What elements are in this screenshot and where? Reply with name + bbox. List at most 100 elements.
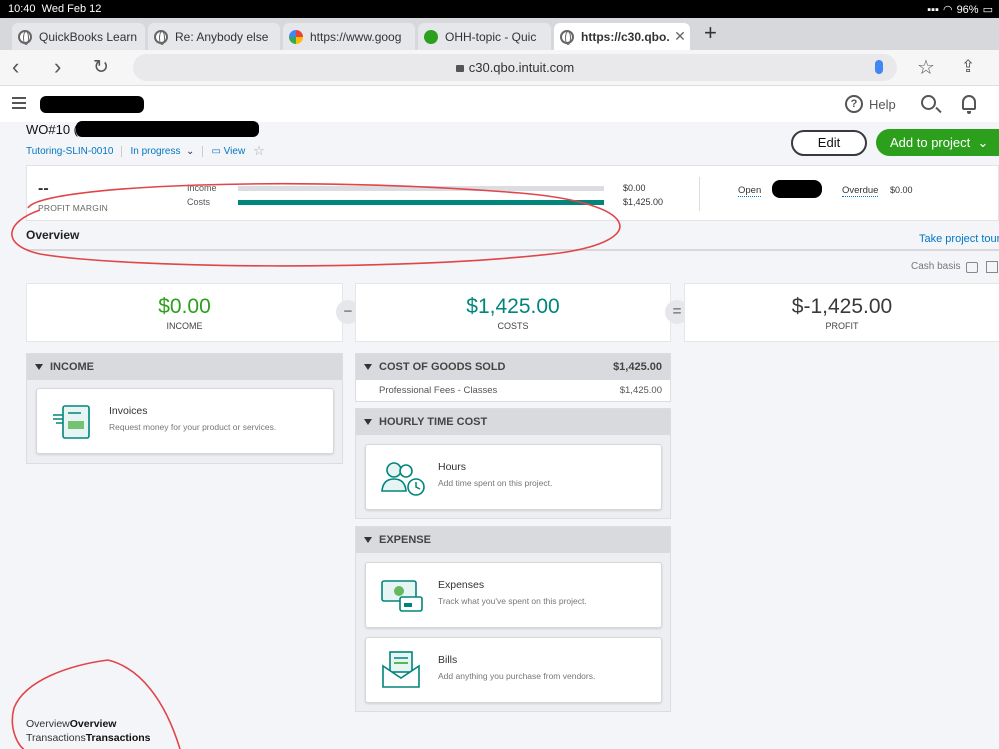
income-bar-label: Income xyxy=(187,183,217,193)
take-project-tour-link[interactable]: Take project tour xyxy=(919,233,999,245)
hours-card-desc: Add time spent on this project. xyxy=(438,478,553,488)
notifications-icon[interactable] xyxy=(962,95,976,114)
kpi-costs: $1,425.00 COSTS xyxy=(355,283,671,342)
cogs-row[interactable]: Professional Fees - Classes $1,425.00 xyxy=(356,380,670,402)
project-status-dropdown[interactable]: In progress ⌄ xyxy=(130,146,194,157)
search-icon[interactable] xyxy=(921,95,936,110)
cogs-row-label: Professional Fees - Classes xyxy=(379,385,498,396)
help-icon: ? xyxy=(845,95,863,113)
invoice-icon xyxy=(53,405,90,439)
costs-bar-fill xyxy=(238,200,604,205)
income-bar-value: $0.00 xyxy=(623,183,646,193)
bills-card[interactable]: Bills Add anything you purchase from ven… xyxy=(365,637,662,703)
lock-icon xyxy=(455,65,464,72)
browser-tab-3[interactable]: https://www.goog xyxy=(283,23,415,50)
app-header: ? Help xyxy=(0,86,999,122)
income-panel-header[interactable]: INCOME xyxy=(27,354,342,380)
google-icon xyxy=(289,29,303,44)
money-card-icon xyxy=(381,580,423,612)
browser-tab-1[interactable]: QuickBooks Learn xyxy=(12,23,145,50)
hours-card[interactable]: Hours Add time spent on this project. xyxy=(365,444,662,510)
costs-bar-value: $1,425.00 xyxy=(623,197,664,207)
status-bar: 10:40 Wed Feb 12 ▪▪▪ ◠ 96% ▭ xyxy=(0,0,999,18)
expenses-card-title: Expenses xyxy=(438,579,485,591)
export-icon[interactable] xyxy=(986,261,998,273)
redacted-open-amount xyxy=(772,180,822,198)
browser-tab-2[interactable]: Re: Anybody else xyxy=(148,23,280,50)
project-meta: Tutoring-SLIN-0010 In progress ⌄ ▭ View … xyxy=(26,143,265,159)
favorite-star-icon[interactable]: ☆ xyxy=(253,143,265,159)
new-tab-icon[interactable]: + xyxy=(704,20,717,46)
collapse-triangle-icon xyxy=(364,419,372,425)
profit-margin-label: PROFIT MARGIN xyxy=(38,203,108,213)
signal-icon: ▪▪▪ xyxy=(927,3,939,16)
cash-basis-label: Cash basis xyxy=(911,261,961,272)
close-tab-icon[interactable]: ✕ xyxy=(670,28,690,45)
customer-ref-link[interactable]: Tutoring-SLIN-0010 xyxy=(26,146,113,157)
overview-link-text[interactable]: OverviewOverview xyxy=(26,718,116,730)
microphone-icon[interactable] xyxy=(875,60,883,74)
address-bar[interactable]: c30.qbo.intuit.com xyxy=(133,54,897,81)
income-bar xyxy=(238,186,604,191)
hours-card-title: Hours xyxy=(438,461,467,473)
menu-icon[interactable] xyxy=(12,97,26,109)
status-time: 10:40 Wed Feb 12 xyxy=(8,3,102,15)
bills-card-desc: Add anything you purchase from vendors. xyxy=(438,671,596,681)
back-icon[interactable]: ‹ xyxy=(12,54,19,80)
print-icon[interactable] xyxy=(966,262,978,273)
project-summary-card: -- PROFIT MARGIN Income $0.00 Costs $1,4… xyxy=(26,165,999,221)
invoices-card-title: Invoices xyxy=(109,405,148,417)
battery-label: 96% xyxy=(956,3,979,16)
collapse-triangle-icon xyxy=(364,364,372,370)
browser-tab-4[interactable]: OHH-topic - Quic xyxy=(418,23,551,50)
kpi-profit-label: PROFIT xyxy=(825,321,859,331)
edit-button[interactable]: Edit xyxy=(791,130,867,156)
bookmark-star-icon[interactable]: ☆ xyxy=(917,55,935,80)
kpi-income-label: INCOME xyxy=(166,321,203,331)
open-invoices-link[interactable]: Open xyxy=(738,185,762,197)
browser-toolbar: ‹ › ↻ c30.qbo.intuit.com ☆ ⇪ xyxy=(0,50,999,86)
invoices-card[interactable]: Invoices Request money for your product … xyxy=(36,388,334,454)
costs-bar xyxy=(238,200,604,205)
cogs-panel-header[interactable]: COST OF GOODS SOLD $1,425.00 xyxy=(356,354,670,380)
tab-overview[interactable]: Overview xyxy=(26,228,79,242)
expenses-card[interactable]: Expenses Track what you've spent on this… xyxy=(365,562,662,628)
collapse-triangle-icon xyxy=(364,537,372,543)
hourly-time-cost-panel: HOURLY TIME COST Hours Add time spent on… xyxy=(355,408,671,519)
globe-icon xyxy=(18,29,32,45)
kpi-income-amount: $0.00 xyxy=(158,295,211,318)
kpi-costs-label: COSTS xyxy=(497,321,529,331)
view-link[interactable]: ▭ View xyxy=(211,146,245,157)
overdue-invoices-link[interactable]: Overdue xyxy=(842,185,879,197)
profit-margin-value: -- xyxy=(38,180,49,197)
expense-panel-header[interactable]: EXPENSE xyxy=(356,527,670,553)
chevron-down-icon: ⌄ xyxy=(977,135,989,150)
cogs-total: $1,425.00 xyxy=(613,361,662,373)
redacted-company-name xyxy=(40,96,144,113)
share-icon[interactable]: ⇪ xyxy=(961,57,975,77)
globe-icon xyxy=(154,29,168,45)
invoices-card-desc: Request money for your product or servic… xyxy=(109,422,277,432)
forward-icon[interactable]: › xyxy=(54,54,61,80)
income-panel: INCOME Invoices Request money for your p… xyxy=(26,353,343,464)
people-clock-icon xyxy=(381,462,425,496)
expense-panel: EXPENSE Expenses Track what you've spent… xyxy=(355,526,671,712)
hourly-panel-header[interactable]: HOURLY TIME COST xyxy=(356,409,670,435)
chevron-down-icon: ⌄ xyxy=(186,145,195,157)
cogs-panel: COST OF GOODS SOLD $1,425.00 Professiona… xyxy=(355,353,671,402)
kpi-profit-amount: $-1,425.00 xyxy=(791,295,893,318)
add-to-project-button[interactable]: Add to project ⌄ xyxy=(876,129,999,156)
quickbooks-icon xyxy=(424,29,438,44)
transactions-link-text[interactable]: TransactionsTransactions xyxy=(26,732,151,744)
help-button[interactable]: ? Help xyxy=(845,95,896,113)
reload-icon[interactable]: ↻ xyxy=(93,56,109,79)
kpi-income: $0.00 INCOME xyxy=(26,283,343,342)
browser-tab-active[interactable]: https://c30.qbo.i ✕ xyxy=(554,23,690,50)
project-title: WO#10 ( xyxy=(26,122,79,137)
bills-card-title: Bills xyxy=(438,654,458,666)
status-right: ▪▪▪ ◠ 96% ▭ xyxy=(927,3,993,17)
collapse-triangle-icon xyxy=(35,364,43,370)
document-icon: ▭ xyxy=(211,145,221,157)
overdue-value: $0.00 xyxy=(890,185,913,195)
cogs-row-amount: $1,425.00 xyxy=(619,385,662,396)
